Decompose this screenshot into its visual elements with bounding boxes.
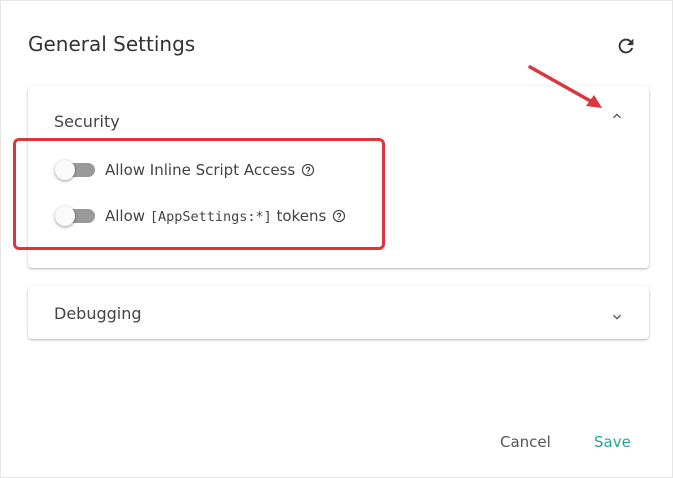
debugging-panel-header[interactable]: Debugging — [28, 286, 649, 339]
security-panel-header[interactable]: Security — [28, 86, 649, 146]
chevron-up-icon[interactable] — [609, 108, 625, 124]
inline-script-access-label: Allow Inline Script Access — [105, 161, 295, 179]
debugging-panel-label: Debugging — [54, 304, 142, 323]
appsettings-tokens-label: Allow [AppSettings:*] tokens — [105, 207, 326, 225]
toggle-thumb — [55, 206, 75, 226]
cancel-button[interactable]: Cancel — [500, 433, 551, 451]
appsettings-tokens-toggle[interactable] — [55, 206, 95, 226]
appsettings-token-code: [AppSettings:*] — [149, 209, 272, 225]
general-settings-dialog: General Settings Security Allow Inline S… — [0, 0, 673, 478]
setting-appsettings-tokens: Allow [AppSettings:*] tokens — [55, 204, 346, 228]
label-text: Allow Inline Script Access — [105, 161, 296, 179]
security-panel: Security Allow Inline Script Access Allo… — [28, 86, 649, 268]
inline-script-access-toggle[interactable] — [55, 160, 95, 180]
setting-inline-script-access: Allow Inline Script Access — [55, 158, 315, 182]
refresh-button[interactable] — [613, 33, 639, 59]
save-button[interactable]: Save — [594, 433, 631, 451]
debugging-panel: Debugging — [28, 286, 649, 339]
help-circle-icon[interactable] — [301, 163, 315, 177]
dialog-title: General Settings — [28, 32, 196, 56]
toggle-thumb — [55, 160, 75, 180]
chevron-down-icon[interactable] — [609, 309, 625, 325]
refresh-icon — [618, 38, 634, 54]
help-circle-icon[interactable] — [332, 209, 346, 223]
label-suffix: tokens — [271, 207, 327, 225]
label-text: Allow — [105, 207, 150, 225]
security-panel-label: Security — [54, 112, 120, 131]
